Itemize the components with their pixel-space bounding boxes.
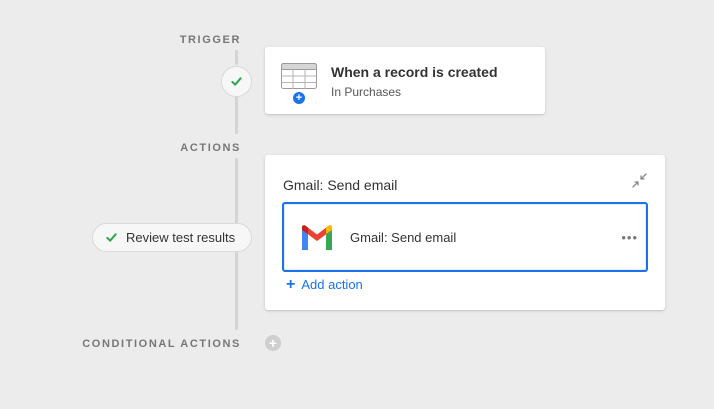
- actions-section-label: ACTIONS: [180, 142, 241, 154]
- more-options-icon[interactable]: •••: [621, 231, 638, 244]
- review-test-results-button[interactable]: Review test results: [92, 223, 252, 252]
- add-action-button[interactable]: + Add action: [286, 276, 363, 293]
- trigger-card[interactable]: + When a record is created In Purchases: [265, 47, 545, 114]
- collapse-icon[interactable]: [632, 173, 647, 188]
- gmail-icon: [302, 225, 332, 250]
- table-icon: [281, 63, 317, 89]
- action-item-gmail-send-email[interactable]: Gmail: Send email •••: [282, 202, 648, 272]
- action-item-label: Gmail: Send email: [350, 230, 457, 245]
- add-conditional-action-button[interactable]: +: [265, 335, 281, 351]
- check-icon: [106, 233, 117, 242]
- timeline-connector: [235, 50, 238, 65]
- review-test-results-label: Review test results: [126, 230, 236, 245]
- trigger-status-check: [221, 66, 252, 97]
- check-icon: [231, 77, 242, 86]
- actions-card-title: Gmail: Send email: [283, 177, 398, 193]
- plus-badge-icon: +: [293, 92, 305, 104]
- trigger-section-label: TRIGGER: [179, 34, 241, 46]
- timeline-connector: [235, 96, 238, 134]
- plus-icon: +: [286, 276, 296, 293]
- actions-card: Gmail: Send email Gmail: Send email ••• …: [265, 155, 665, 310]
- trigger-title: When a record is created: [331, 64, 498, 80]
- conditional-actions-section-label: CONDITIONAL ACTIONS: [82, 338, 241, 350]
- add-action-label: Add action: [301, 277, 363, 292]
- trigger-subtitle: In Purchases: [331, 85, 402, 99]
